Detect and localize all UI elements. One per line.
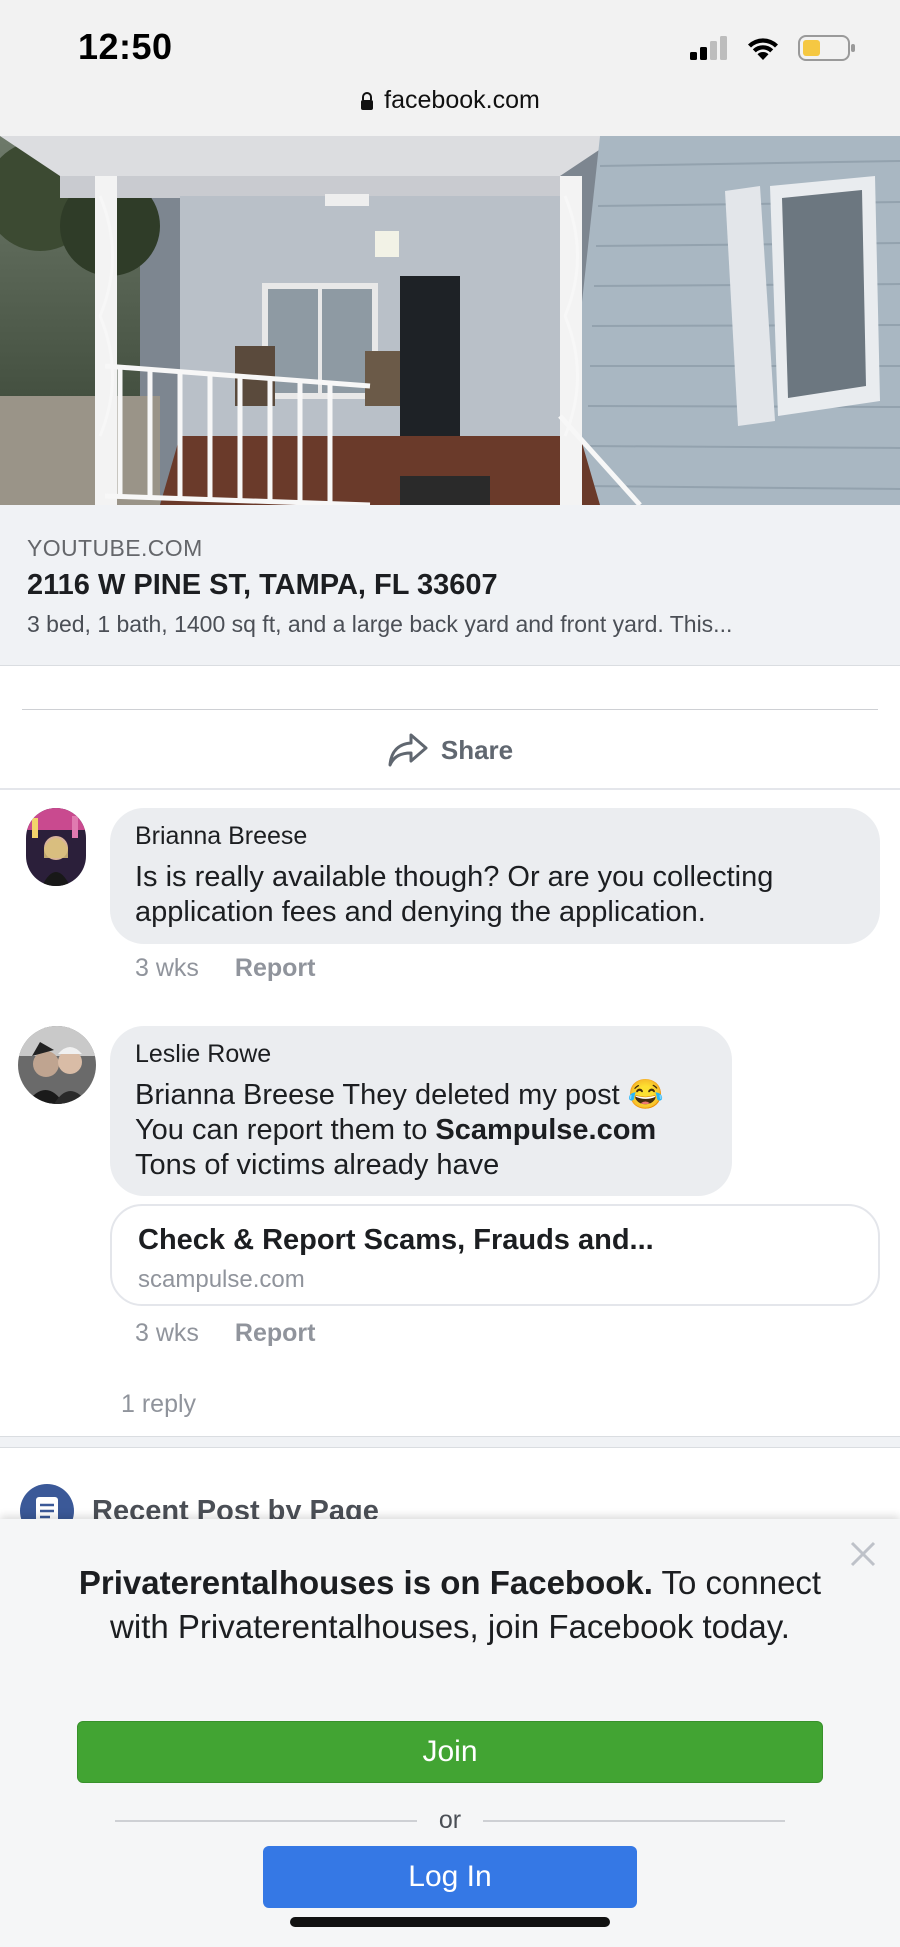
url-text: facebook.com <box>384 86 540 114</box>
or-label: or <box>438 1806 462 1834</box>
status-bar: 12:50 facebook.com <box>0 0 900 136</box>
laughing-emoji-icon: 😂 <box>627 1079 664 1111</box>
lock-icon <box>361 91 374 110</box>
comment-text: Is is really available though? Or are yo… <box>135 860 773 930</box>
link-card-domain: scampulse.com <box>138 1266 305 1293</box>
status-icons <box>690 34 856 62</box>
report-link[interactable]: Report <box>235 954 316 983</box>
share-label: Share <box>440 734 514 765</box>
or-divider: or <box>115 1806 786 1835</box>
overlay-message: Privaterentalhouses is on Facebook. To c… <box>70 1561 830 1649</box>
status-time: 12:50 <box>78 26 173 67</box>
section-divider <box>0 788 900 790</box>
link-card-title: Check & Report Scams, Frauds and... <box>138 1224 654 1256</box>
comment-line: Brianna Breese They deleted my post 😂 <box>135 1078 664 1113</box>
avatar[interactable] <box>26 808 86 886</box>
link-attachment-card[interactable]: Check & Report Scams, Frauds and... scam… <box>110 1204 880 1306</box>
overlay-message-bold: Privaterentalhouses is on Facebook. <box>78 1564 653 1601</box>
link-preview-domain: YOUTUBE.COM <box>27 535 203 561</box>
wifi-icon <box>748 38 778 60</box>
join-button[interactable]: Join <box>77 1721 823 1783</box>
link-preview-image[interactable] <box>0 136 900 505</box>
address-bar[interactable]: facebook.com <box>0 86 900 115</box>
divider-line <box>115 1819 417 1822</box>
divider <box>22 709 878 710</box>
link-preview-meta[interactable]: YOUTUBE.COM 2116 W PINE ST, TAMPA, FL 33… <box>0 505 900 666</box>
comment-meta: 3 wks Report <box>135 1319 315 1348</box>
signal-icon <box>690 36 727 60</box>
house-porch-image <box>0 136 900 505</box>
comment-time[interactable]: 3 wks <box>135 954 199 983</box>
comment-line: application fees and denying the applica… <box>135 896 706 928</box>
comment-author[interactable]: Leslie Rowe <box>135 1040 271 1069</box>
comment-line: Is is really available though? Or are yo… <box>135 861 774 893</box>
share-icon <box>388 733 428 767</box>
share-button[interactable]: Share <box>0 716 900 784</box>
comment-line-text: Brianna Breese They deleted my post <box>135 1079 620 1111</box>
link-preview-title: 2116 W PINE ST, TAMPA, FL 33607 <box>27 569 498 601</box>
report-link[interactable]: Report <box>235 1319 316 1348</box>
comment-meta: 3 wks Report <box>135 954 315 983</box>
comment-text: Brianna Breese They deleted my post 😂 Yo… <box>135 1078 664 1183</box>
comment-time[interactable]: 3 wks <box>135 1319 199 1348</box>
close-icon[interactable] <box>846 1537 880 1571</box>
battery-icon <box>798 35 855 61</box>
comment-author[interactable]: Brianna Breese <box>135 822 307 851</box>
avatar[interactable] <box>18 1026 96 1104</box>
scampulse-link[interactable]: Scampulse.com <box>435 1114 656 1146</box>
comment-line: Tons of victims already have <box>135 1149 500 1181</box>
view-replies-link[interactable]: 1 reply <box>121 1390 196 1419</box>
link-preview-description: 3 bed, 1 bath, 1400 sq ft, and a large b… <box>27 611 733 637</box>
join-facebook-overlay: Privaterentalhouses is on Facebook. To c… <box>0 1519 900 1947</box>
comment-line-text: You can report them to <box>135 1114 436 1146</box>
home-indicator[interactable] <box>290 1917 610 1927</box>
login-button[interactable]: Log In <box>263 1846 637 1908</box>
comment-line: You can report them to Scampulse.com <box>135 1113 664 1148</box>
divider-line <box>483 1819 786 1822</box>
section-divider <box>0 1436 900 1448</box>
